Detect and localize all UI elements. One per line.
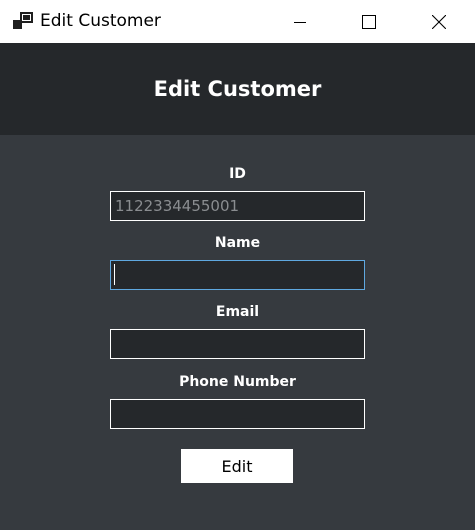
app-window-icon [13,12,33,29]
page-header: Edit Customer [0,43,475,135]
email-label: Email [215,304,260,320]
edit-customer-window: Edit Customer Edit Customer ID Name Emai… [0,0,475,530]
minimize-button[interactable] [277,0,323,43]
maximize-icon [362,14,376,29]
phone-number-field[interactable] [110,399,365,429]
close-button[interactable] [416,0,462,43]
name-label: Name [214,235,261,251]
name-field[interactable] [110,260,365,290]
edit-button[interactable]: Edit [181,449,293,483]
page-title: Edit Customer [153,77,322,101]
id-field[interactable] [110,191,365,221]
phone-label: Phone Number [179,374,296,390]
window-title: Edit Customer [40,11,161,31]
email-field[interactable] [110,329,365,359]
maximize-button[interactable] [346,0,392,43]
title-bar[interactable]: Edit Customer [0,0,475,43]
minimize-icon [294,21,306,23]
close-icon [432,14,446,29]
id-label: ID [229,166,246,182]
text-caret [114,264,115,285]
